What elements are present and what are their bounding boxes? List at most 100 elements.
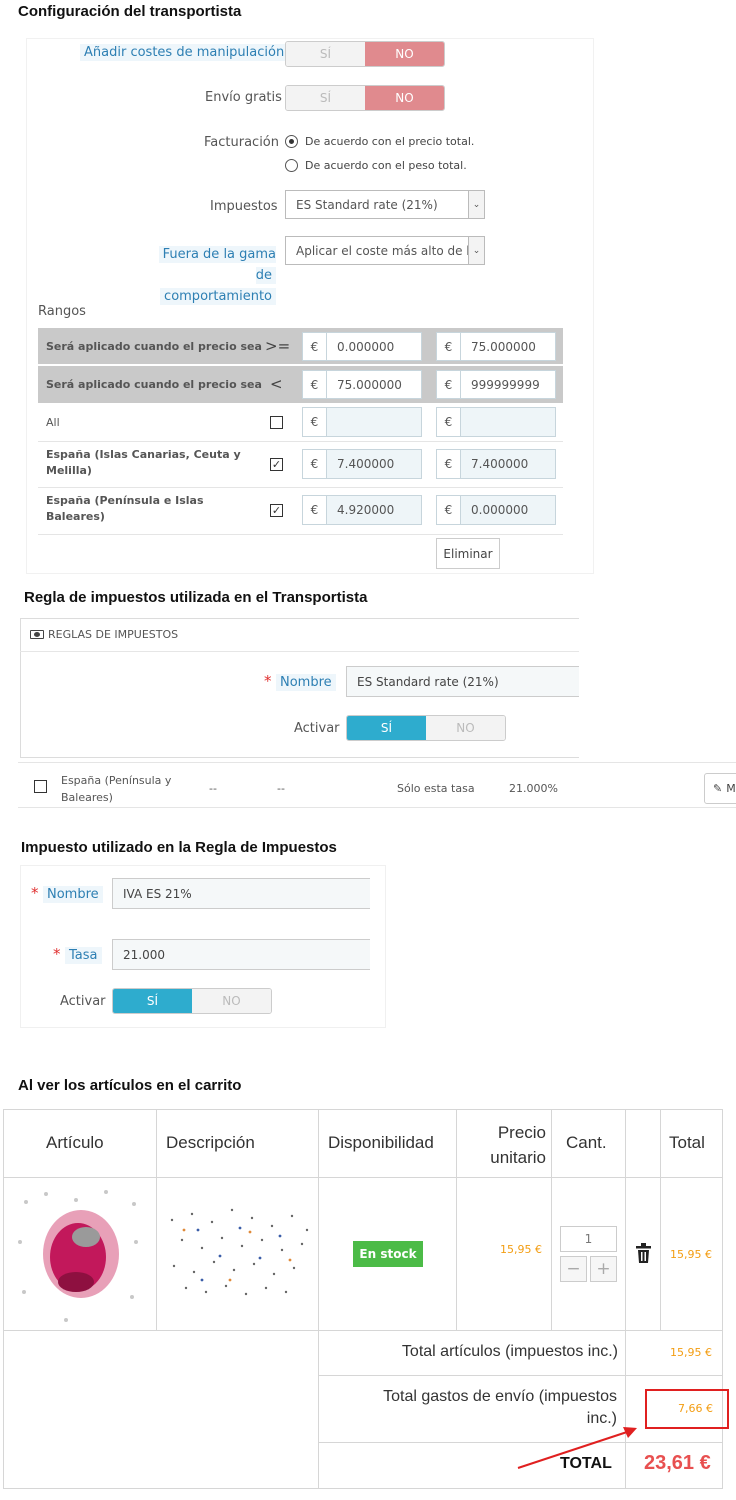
- delete-range-button[interactable]: Eliminar: [436, 538, 500, 569]
- free-shipping-label: Envío gratis: [205, 90, 282, 105]
- cart-title: Al ver los artículos en el carrito: [18, 1077, 242, 1094]
- products-total-label: Total artículos (impuestos inc.): [401, 1343, 618, 1360]
- divider: [318, 1375, 723, 1376]
- line-total: 15,95 €: [670, 1248, 712, 1261]
- tax-name-input[interactable]: IVA ES 21%: [112, 878, 370, 909]
- tax-rule-row-checkbox[interactable]: [34, 780, 47, 793]
- range-lt-operator: <: [270, 375, 283, 393]
- range-ge-from[interactable]: €0.000000: [302, 332, 422, 361]
- zone-canarias-label: España (Islas Canarias, Ceuta y Melilla): [46, 448, 241, 477]
- tax-title: Impuesto utilizado en la Regla de Impues…: [21, 839, 337, 856]
- tax-rule-row-behavior: Sólo esta tasa: [397, 782, 475, 795]
- header-total: Total: [669, 1133, 705, 1152]
- zone-canarias-checkbox[interactable]: ✓: [270, 458, 283, 471]
- divider: [38, 441, 563, 442]
- out-of-range-select[interactable]: Aplicar el coste más alto de la ⌄: [285, 236, 485, 265]
- quantity-increase-button[interactable]: +: [590, 1256, 617, 1282]
- tax-rule-title: Regla de impuestos utilizada en el Trans…: [24, 589, 368, 606]
- tax-label: Impuestos: [210, 199, 278, 214]
- divider: [3, 1330, 723, 1331]
- tax-rate-input[interactable]: 21.000: [112, 939, 370, 970]
- header-quantity: Cant.: [566, 1133, 607, 1152]
- grand-total-label: TOTAL: [560, 1455, 612, 1472]
- range-ge-label: Será aplicado cuando el precio sea: [46, 340, 262, 353]
- tax-rules-panel-title: REGLAS DE IMPUESTOS: [48, 628, 179, 641]
- carrier-config-title: Configuración del transportista: [18, 3, 242, 20]
- tax-rule-active-yes[interactable]: SÍ: [347, 716, 426, 740]
- header-availability: Disponibilidad: [328, 1133, 434, 1152]
- tax-name-label: Nombre: [43, 886, 103, 903]
- tax-rule-row-country: España (Península y Baleares): [61, 774, 172, 804]
- handling-switch[interactable]: SÍ NO: [285, 41, 445, 67]
- grand-total-value: 23,61 €: [644, 1452, 711, 1474]
- handling-label: Añadir costes de manipulación: [80, 44, 289, 61]
- radio-icon[interactable]: [285, 135, 298, 148]
- handling-yes[interactable]: SÍ: [286, 42, 365, 66]
- tax-active-label: Activar: [60, 994, 106, 1009]
- header-unit-price: Precio unitario: [490, 1123, 546, 1167]
- products-total-value: 15,95 €: [670, 1346, 712, 1359]
- required-icon: *: [53, 945, 61, 963]
- divider: [318, 1109, 319, 1489]
- unit-price: 15,95 €: [500, 1243, 542, 1256]
- divider: [660, 1109, 661, 1331]
- handling-no[interactable]: NO: [365, 42, 444, 66]
- zone-all-checkbox[interactable]: [270, 416, 283, 429]
- radio-icon[interactable]: [285, 159, 298, 172]
- in-stock-badge: En stock: [353, 1241, 423, 1267]
- edit-button[interactable]: ✎ M: [704, 773, 736, 804]
- chevron-down-icon: ⌄: [468, 237, 484, 264]
- range-lt-label: Será aplicado cuando el precio sea: [46, 378, 262, 391]
- header-article: Artículo: [46, 1133, 104, 1152]
- tax-rule-row-zip: --: [209, 782, 217, 795]
- tax-rate-label: Tasa: [65, 947, 102, 964]
- zone-canarias-value-2[interactable]: €7.400000: [436, 449, 556, 479]
- tax-rule-name-input[interactable]: ES Standard rate (21%): [346, 666, 579, 697]
- required-icon: *: [31, 884, 39, 902]
- tax-rule-active-switch[interactable]: SÍ NO: [346, 715, 506, 741]
- divider: [3, 1177, 723, 1178]
- zone-peninsula-checkbox[interactable]: ✓: [270, 504, 283, 517]
- quantity-decrease-button[interactable]: −: [560, 1256, 587, 1282]
- product-image[interactable]: [6, 1182, 154, 1328]
- tax-active-no[interactable]: NO: [192, 989, 271, 1013]
- header-description: Descripción: [166, 1133, 255, 1152]
- product-description-image: [170, 1208, 309, 1296]
- billing-option-price[interactable]: De acuerdo con el precio total.: [285, 135, 474, 148]
- ranges-title: Rangos: [38, 304, 86, 319]
- out-of-range-label: Fuera de la gama de comportamiento: [148, 243, 276, 306]
- range-lt-from[interactable]: €75.000000: [302, 370, 422, 399]
- free-yes[interactable]: SÍ: [286, 86, 365, 110]
- tax-select[interactable]: ES Standard rate (21%) ⌄: [285, 190, 485, 219]
- free-shipping-switch[interactable]: SÍ NO: [285, 85, 445, 111]
- tax-rule-name-label: Nombre: [276, 674, 336, 691]
- zone-all-value-1[interactable]: €: [302, 407, 422, 437]
- zone-peninsula-value-1[interactable]: €4.920000: [302, 495, 422, 525]
- zone-peninsula-label: España (Península e Islas Baleares): [46, 494, 204, 523]
- range-lt-to[interactable]: €999999999: [436, 370, 556, 399]
- tax-rule-active-no[interactable]: NO: [426, 716, 505, 740]
- trash-icon[interactable]: [635, 1243, 652, 1263]
- tax-rule-row-state: --: [277, 782, 285, 795]
- money-icon-dot: [34, 632, 40, 637]
- zone-all-value-2[interactable]: €: [436, 407, 556, 437]
- range-ge-operator: >=: [265, 337, 291, 355]
- tax-rule-active-label: Activar: [294, 721, 340, 736]
- tax-active-yes[interactable]: SÍ: [113, 989, 192, 1013]
- pencil-icon: ✎: [713, 782, 723, 795]
- chevron-down-icon: ⌄: [468, 191, 484, 218]
- billing-option-weight[interactable]: De acuerdo con el peso total.: [285, 159, 467, 172]
- quantity-input[interactable]: 1: [560, 1226, 617, 1252]
- billing-label: Facturación: [204, 135, 279, 150]
- tax-active-switch[interactable]: SÍ NO: [112, 988, 272, 1014]
- divider: [38, 487, 563, 488]
- free-no[interactable]: NO: [365, 86, 444, 110]
- zone-canarias-value-1[interactable]: €7.400000: [302, 449, 422, 479]
- required-icon: *: [264, 672, 272, 690]
- range-ge-to[interactable]: €75.000000: [436, 332, 556, 361]
- zone-peninsula-value-2[interactable]: €0.000000: [436, 495, 556, 525]
- tax-rule-row-rate: 21.000%: [509, 782, 558, 795]
- divider: [38, 534, 563, 535]
- zone-all-label: All: [46, 416, 60, 429]
- divider: [551, 1109, 552, 1331]
